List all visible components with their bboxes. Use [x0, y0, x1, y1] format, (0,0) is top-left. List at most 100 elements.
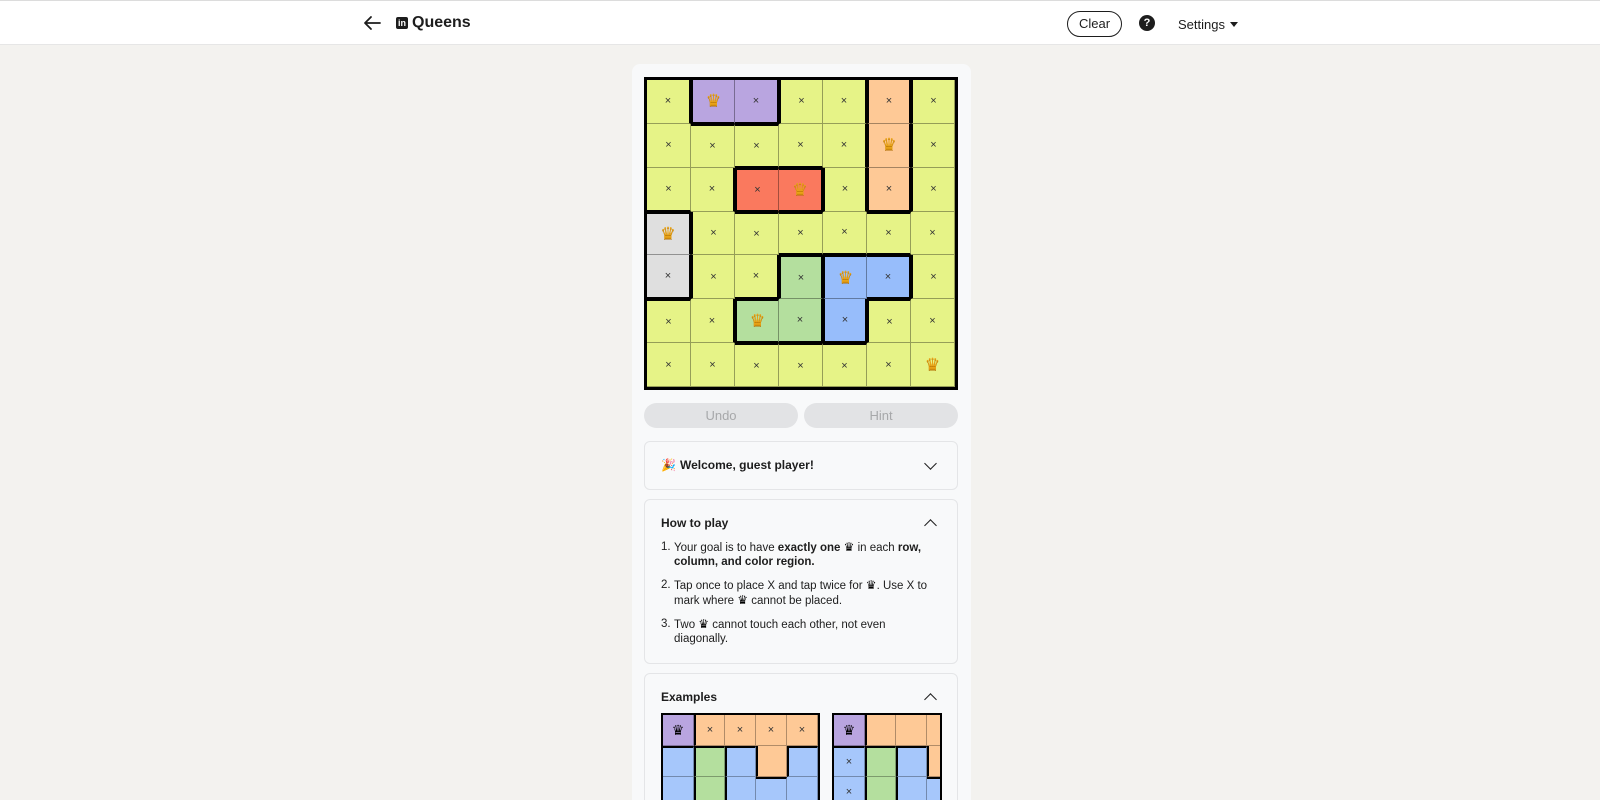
example-cell — [927, 777, 940, 800]
x-mark: × — [797, 271, 805, 284]
board-cell[interactable]: × — [867, 167, 911, 212]
queen-icon: ♛ — [792, 179, 808, 199]
board-cell[interactable]: × — [691, 343, 735, 387]
board-cell[interactable]: × — [691, 123, 735, 168]
undo-button[interactable]: Undo — [644, 403, 798, 428]
rules-list: 1. Your goal is to have exactly one ♛ in… — [661, 540, 941, 655]
board-cell[interactable]: × — [867, 255, 911, 300]
board-cell[interactable]: × — [823, 123, 867, 168]
settings-dropdown[interactable]: Settings — [1178, 17, 1238, 32]
x-mark: × — [710, 270, 717, 283]
example-cell — [725, 777, 756, 800]
x-mark: × — [753, 139, 760, 152]
example-board-2: ♛ × × — [832, 713, 942, 800]
board-cell[interactable]: × — [911, 123, 955, 168]
board-cell[interactable]: × — [779, 299, 823, 344]
board-cell[interactable]: × — [735, 211, 779, 256]
welcome-card[interactable]: 🎉 Welcome, guest player! — [644, 441, 958, 490]
board-cell[interactable]: × — [735, 80, 779, 124]
help-icon[interactable]: ? — [1139, 15, 1155, 31]
board-cell[interactable]: ♛ — [647, 211, 691, 256]
clear-button[interactable]: Clear — [1067, 11, 1122, 37]
x-mark: × — [840, 95, 848, 108]
board-cell[interactable]: × — [779, 255, 823, 300]
queen-icon: ♛ — [837, 267, 854, 287]
board-cell[interactable]: × — [647, 123, 691, 168]
board-cell[interactable]: × — [691, 255, 735, 300]
chevron-up-icon[interactable] — [924, 519, 937, 532]
board-cell[interactable]: × — [823, 211, 867, 256]
example-cell: × — [787, 715, 818, 746]
board-cell[interactable]: × — [691, 211, 735, 256]
x-mark: × — [885, 227, 892, 240]
queen-icon: ♛ — [698, 617, 710, 631]
x-mark: × — [754, 183, 761, 196]
chevron-up-icon[interactable] — [924, 693, 937, 706]
examples-title: Examples — [661, 690, 718, 704]
board-cell[interactable]: × — [779, 343, 823, 387]
board-cell[interactable]: × — [647, 80, 691, 124]
board-cell[interactable]: × — [691, 167, 735, 212]
x-mark: × — [797, 138, 804, 151]
x-mark: × — [752, 270, 760, 283]
x-mark: × — [664, 95, 672, 108]
hint-button[interactable]: Hint — [804, 403, 958, 428]
example-cell — [896, 746, 927, 777]
board-cell[interactable]: × — [647, 255, 691, 300]
board-cell[interactable]: ♛ — [779, 167, 823, 212]
board-cell[interactable]: × — [911, 255, 955, 300]
board-cell[interactable]: × — [735, 167, 779, 212]
board-cell[interactable]: ♛ — [911, 343, 955, 387]
board-cell[interactable]: ♛ — [867, 123, 911, 168]
board-cell[interactable]: × — [647, 299, 691, 344]
board-cell[interactable]: × — [647, 343, 691, 387]
example-cell — [865, 777, 896, 800]
example-cell — [694, 746, 725, 777]
board-cell[interactable]: × — [911, 211, 955, 256]
example-cell — [663, 777, 694, 800]
queen-icon: ♛ — [843, 540, 855, 554]
x-mark: × — [665, 182, 672, 195]
board-cell[interactable]: × — [867, 343, 911, 387]
x-mark: × — [708, 314, 716, 327]
queen-icon: ♛ — [881, 135, 897, 155]
example-cell — [865, 746, 896, 777]
example-cell — [787, 777, 818, 800]
example-cell: ♛ — [663, 715, 694, 746]
board-cell[interactable]: × — [691, 299, 735, 344]
board-cell[interactable]: × — [735, 343, 779, 387]
example-cell — [787, 746, 818, 777]
x-mark: × — [841, 226, 848, 239]
x-mark: × — [841, 314, 849, 327]
board-cell[interactable]: × — [735, 255, 779, 300]
board-cell[interactable]: × — [867, 211, 911, 256]
x-mark: × — [840, 139, 848, 152]
board-cell[interactable]: × — [911, 80, 955, 124]
board-cell[interactable]: × — [911, 167, 955, 212]
board-cell[interactable]: × — [779, 123, 823, 168]
board-cell[interactable]: × — [779, 211, 823, 256]
x-mark: × — [710, 226, 717, 239]
board-cell[interactable]: × — [647, 167, 691, 212]
board-cell[interactable]: × — [779, 80, 823, 124]
x-mark: × — [884, 271, 892, 284]
board-cell[interactable]: × — [867, 299, 911, 344]
board-cell[interactable]: × — [823, 80, 867, 124]
queen-icon: ♛ — [660, 223, 676, 243]
board-cell[interactable]: ♛ — [691, 80, 735, 124]
example-cell — [694, 777, 725, 800]
chevron-down-icon[interactable] — [924, 457, 937, 470]
board-cell[interactable]: × — [911, 299, 955, 344]
linkedin-logo-icon: in — [396, 17, 408, 29]
board-cell[interactable]: ♛ — [735, 299, 779, 344]
rule-item: 1. Your goal is to have exactly one ♛ in… — [661, 540, 922, 568]
board-cell[interactable]: × — [823, 299, 867, 344]
board-cell[interactable]: × — [867, 80, 911, 124]
board-cell[interactable]: × — [823, 167, 867, 212]
board-cell[interactable]: × — [823, 343, 867, 387]
board-cell[interactable]: × — [735, 123, 779, 168]
x-mark: × — [929, 314, 936, 327]
arrow-left-icon[interactable] — [360, 11, 384, 35]
board-cell[interactable]: ♛ — [823, 255, 867, 300]
example-cell — [756, 777, 787, 800]
